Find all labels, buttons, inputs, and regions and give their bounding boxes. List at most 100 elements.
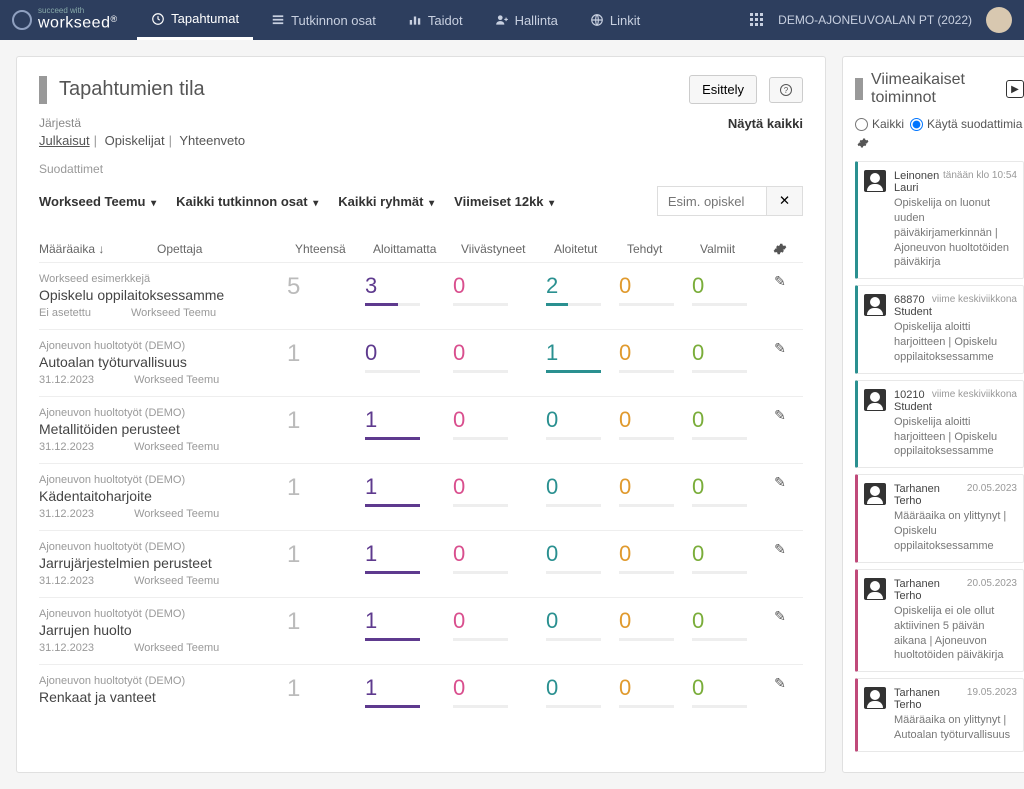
activity-item[interactable]: Leinonen Lauritänään klo 10:54 Opiskelij… <box>855 161 1024 279</box>
col-delayed[interactable]: Viivästyneet <box>461 242 546 256</box>
metric-teal: 0 <box>546 541 611 574</box>
activity-item[interactable]: Tarhanen Terho20.05.2023 Määräaika on yl… <box>855 474 1024 563</box>
metric-purple: 1 <box>365 675 445 708</box>
edit-button[interactable]: ✎ <box>765 675 795 692</box>
metric-bar <box>619 571 674 574</box>
edit-button[interactable]: ✎ <box>765 474 795 491</box>
search-input[interactable] <box>657 186 767 216</box>
apps-grid-icon[interactable] <box>750 13 764 27</box>
row-total: 1 <box>287 541 357 569</box>
row-info[interactable]: Ajoneuvon huoltotyöt (DEMO) Autoalan työ… <box>39 340 279 386</box>
clear-search-button[interactable]: ✕ <box>767 186 803 216</box>
row-info[interactable]: Ajoneuvon huoltotyöt (DEMO) Metallitöide… <box>39 407 279 453</box>
esittely-button[interactable]: Esittely <box>689 75 757 104</box>
filter-user[interactable]: Workseed Teemu ▾ <box>39 194 156 209</box>
row-category: Ajoneuvon huoltotyöt (DEMO) <box>39 541 279 553</box>
row-info[interactable]: Workseed esimerkkejä Opiskelu oppilaitok… <box>39 273 279 319</box>
col-started[interactable]: Aloitetut <box>554 242 619 256</box>
stack-icon <box>271 13 285 27</box>
metric-bar <box>619 638 674 641</box>
metric-teal: 0 <box>546 675 611 708</box>
expand-button[interactable]: ▶ <box>1006 80 1024 98</box>
sort-links: Julkaisut| Opiskelijat| Yhteenveto <box>39 133 245 148</box>
row-info[interactable]: Ajoneuvon huoltotyöt (DEMO) Renkaat ja v… <box>39 675 279 709</box>
activity-description: Opiskelija aloitti harjoitteen | Opiskel… <box>894 415 1017 460</box>
nav-taidot[interactable]: Taidot <box>394 0 477 40</box>
col-notstarted[interactable]: Aloittamatta <box>373 242 453 256</box>
metric-value: 0 <box>692 340 757 366</box>
sort-down-icon: ↓ <box>98 242 104 256</box>
nav-linkit[interactable]: Linkit <box>576 0 654 40</box>
nav-tapahtumat[interactable]: Tapahtumat <box>137 0 253 40</box>
globe-icon <box>590 13 604 27</box>
metric-bar <box>453 638 508 641</box>
metric-bar <box>365 370 420 373</box>
nav-label: Tutkinnon osat <box>291 13 376 28</box>
row-category: Ajoneuvon huoltotyöt (DEMO) <box>39 608 279 620</box>
col-teacher[interactable]: Opettaja <box>157 242 287 256</box>
filter-parts[interactable]: Kaikki tutkinnon osat ▾ <box>176 194 318 209</box>
radio-all[interactable]: Kaikki <box>855 117 904 131</box>
logo[interactable]: succeed withworkseed® <box>12 8 117 32</box>
row-date: 31.12.2023 <box>39 642 94 654</box>
table-row: Ajoneuvon huoltotyöt (DEMO) Jarrujen huo… <box>39 597 803 664</box>
avatar[interactable] <box>986 7 1012 33</box>
edit-button[interactable]: ✎ <box>765 273 795 290</box>
edit-button[interactable]: ✎ <box>765 407 795 424</box>
edit-button[interactable]: ✎ <box>765 541 795 558</box>
edit-button[interactable]: ✎ <box>765 340 795 357</box>
metric-pink: 0 <box>453 675 538 708</box>
metric-bar <box>692 705 747 708</box>
activity-item[interactable]: 10210 Studentviime keskiviikkona Opiskel… <box>855 380 1024 469</box>
activity-user: Tarhanen Terho <box>894 483 967 507</box>
sort-yhteenveto[interactable]: Yhteenveto <box>179 133 245 148</box>
row-info[interactable]: Ajoneuvon huoltotyöt (DEMO) Jarrujen huo… <box>39 608 279 654</box>
show-all-link[interactable]: Näytä kaikki <box>728 116 803 131</box>
row-title: Jarrujärjestelmien perusteet <box>39 555 279 571</box>
row-category: Workseed esimerkkejä <box>39 273 279 285</box>
metric-bar <box>546 705 601 708</box>
metric-value: 0 <box>692 675 757 701</box>
metric-pink: 0 <box>453 273 538 306</box>
radio-filters[interactable]: Käytä suodattimia <box>910 117 1022 131</box>
metric-value: 1 <box>365 608 445 634</box>
row-info[interactable]: Ajoneuvon huoltotyöt (DEMO) Jarrujärjest… <box>39 541 279 587</box>
filter-time[interactable]: Viimeiset 12kk ▾ <box>454 194 554 209</box>
activity-item[interactable]: 68870 Studentviime keskiviikkona Opiskel… <box>855 285 1024 374</box>
col-done[interactable]: Tehdyt <box>627 242 692 256</box>
metric-value: 1 <box>365 474 445 500</box>
metric-green: 0 <box>692 273 757 306</box>
metric-bar <box>365 504 420 507</box>
metric-value: 0 <box>619 675 684 701</box>
row-total: 1 <box>287 407 357 435</box>
filters-label: Suodattimet <box>39 162 803 176</box>
metric-bar <box>619 705 674 708</box>
sort-opiskelijat[interactable]: Opiskelijat <box>105 133 165 148</box>
table-row: Workseed esimerkkejä Opiskelu oppilaitok… <box>39 262 803 329</box>
col-total[interactable]: Yhteensä <box>295 242 365 256</box>
col-ready[interactable]: Valmiit <box>700 242 765 256</box>
metric-bar <box>453 571 508 574</box>
activity-filter-radios: Kaikki Käytä suodattimia <box>855 117 1024 149</box>
metric-bar <box>619 303 674 306</box>
row-title: Metallitöiden perusteet <box>39 421 279 437</box>
nav-hallinta[interactable]: Hallinta <box>481 0 572 40</box>
metric-orange: 0 <box>619 407 684 440</box>
activity-filter-settings[interactable] <box>857 137 869 149</box>
activity-item[interactable]: Tarhanen Terho20.05.2023 Opiskelija ei o… <box>855 569 1024 672</box>
filter-groups[interactable]: Kaikki ryhmät ▾ <box>338 194 434 209</box>
edit-button[interactable]: ✎ <box>765 608 795 625</box>
activity-item[interactable]: Tarhanen Terho19.05.2023 Määräaika on yl… <box>855 678 1024 752</box>
help-button[interactable]: ? <box>769 77 803 103</box>
sort-julkaisut[interactable]: Julkaisut <box>39 133 90 148</box>
table-settings-button[interactable] <box>773 242 803 256</box>
activity-time: tänään klo 10:54 <box>943 170 1017 194</box>
metric-bar <box>453 504 508 507</box>
metric-value: 0 <box>453 407 538 433</box>
metric-value: 1 <box>365 541 445 567</box>
logo-icon <box>12 10 32 30</box>
col-deadline[interactable]: Määräaika ↓ <box>39 242 149 256</box>
demo-label[interactable]: DEMO-AJONEUVOALAN PT (2022) <box>778 13 972 27</box>
row-info[interactable]: Ajoneuvon huoltotyöt (DEMO) Kädentaitoha… <box>39 474 279 520</box>
nav-tutkinnon-osat[interactable]: Tutkinnon osat <box>257 0 390 40</box>
